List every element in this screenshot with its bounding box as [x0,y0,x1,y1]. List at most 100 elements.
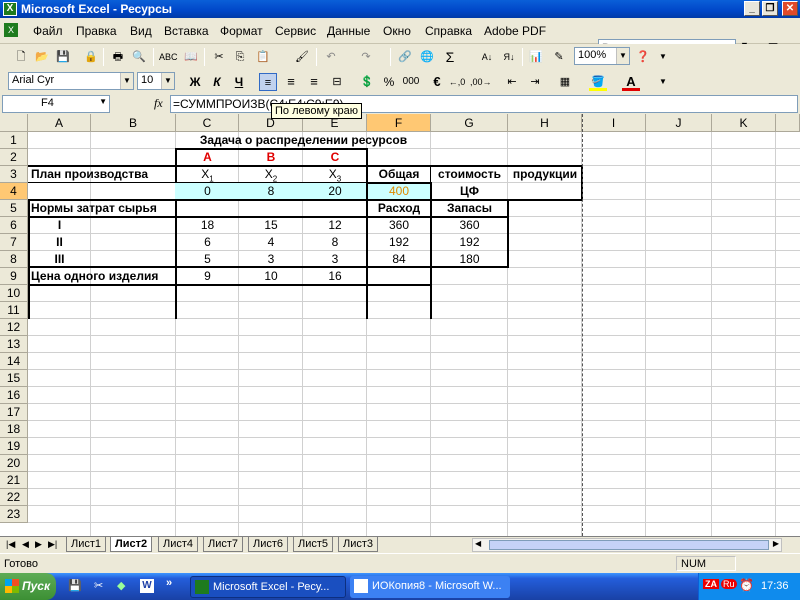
align-right-button[interactable]: ≡ [305,73,323,91]
prev-sheet-icon[interactable]: ◀ [22,539,29,550]
quicklaunch-more[interactable]: » [166,577,172,589]
thousands-button[interactable]: 000 [400,73,422,91]
column-header-h[interactable]: H [508,114,582,132]
help-icon[interactable]: ❓ [634,48,652,66]
column-header-a[interactable]: A [28,114,91,132]
sheet-tab[interactable]: Лист3 [338,537,379,552]
sort-descending-icon[interactable]: Я↓ [500,48,518,66]
formula-input[interactable]: =СУММПРОИЗВ(С4:E4;C9:E9) [170,95,798,113]
print-preview-icon[interactable]: 🔍 [130,48,148,66]
new-icon[interactable]: 🗋 [12,48,30,66]
sheet-tab[interactable]: Лист7 [203,537,244,552]
worksheet-grid[interactable]: A B C D E F G H I J K 1 2 3 4 5 6 7 8 9 … [0,114,800,536]
paste-icon[interactable]: 📋 [254,48,272,66]
align-center-button[interactable]: ≡ [282,73,300,91]
percent-button[interactable]: % [380,73,398,91]
scroll-left-icon[interactable]: ◀ [475,539,481,548]
menu-tools[interactable]: Сервис [275,24,316,38]
row-header[interactable]: 11 [0,302,28,319]
chart-globe-icon[interactable]: 🌐 [418,48,436,66]
column-header-c[interactable]: C [176,114,239,132]
increase-decimal-icon[interactable]: ←,0 [448,73,466,91]
currency-icon[interactable]: 💲 [358,73,376,91]
quicklaunch-word-icon[interactable]: W [140,579,154,593]
print-icon[interactable]: 🖶 [109,48,127,66]
row-header[interactable]: 14 [0,353,28,370]
menu-data[interactable]: Данные [327,24,370,38]
column-header-g[interactable]: G [431,114,508,132]
row-header[interactable]: 13 [0,336,28,353]
sheet-tab[interactable]: Лист5 [293,537,334,552]
bold-button[interactable]: Ж [186,73,204,91]
menu-format[interactable]: Формат [220,24,263,38]
chart-wizard-icon[interactable]: 📊 [527,48,545,66]
sort-ascending-icon[interactable]: A↓ [478,48,496,66]
decrease-indent-icon[interactable]: ⇤ [503,73,521,91]
row-header[interactable]: 18 [0,421,28,438]
research-icon[interactable]: 📖 [182,48,200,66]
font-size-select[interactable]: 10 ▼ [137,72,175,90]
underline-button[interactable]: Ч [230,73,248,91]
euro-button[interactable]: € [428,73,446,91]
undo-icon[interactable]: ↶ [322,48,340,66]
excel-doc-icon[interactable]: X [4,23,18,37]
row-header[interactable]: 3 [0,166,28,183]
row-header[interactable]: 21 [0,472,28,489]
menu-adobe-pdf[interactable]: Adobe PDF [484,24,546,38]
toolbar-options-icon[interactable]: ▼ [654,48,672,66]
row-header[interactable]: 17 [0,404,28,421]
autosum-icon[interactable]: Σ [441,48,459,66]
redo-icon[interactable]: ↷ [357,48,375,66]
row-header[interactable]: 5 [0,200,28,217]
menu-help[interactable]: Справка [425,24,472,38]
row-header[interactable]: 9 [0,268,28,285]
sheet-tab[interactable]: Лист1 [66,537,107,552]
quicklaunch-save-icon[interactable]: 💾 [68,579,82,592]
menu-insert[interactable]: Вставка [164,24,209,38]
row-header[interactable]: 4 [0,183,28,200]
zonealarm-icon[interactable]: ZA [703,579,719,589]
next-sheet-icon[interactable]: ▶ [35,539,42,550]
fill-color-icon[interactable]: 🪣 [589,73,607,91]
column-header-b[interactable]: B [91,114,176,132]
menu-edit[interactable]: Правка [76,24,117,38]
column-header-f[interactable]: F [367,114,431,132]
first-sheet-icon[interactable]: |◀ [6,539,15,550]
row-header[interactable]: 20 [0,455,28,472]
spelling-icon[interactable]: ABC [159,48,178,66]
row-header[interactable]: 12 [0,319,28,336]
row-header[interactable]: 8 [0,251,28,268]
task-excel[interactable]: Microsoft Excel - Ресу... [190,576,346,598]
quicklaunch-tools-icon[interactable]: ✂ [94,579,103,592]
row-header[interactable]: 16 [0,387,28,404]
row-header[interactable]: 23 [0,506,28,523]
row-header[interactable]: 6 [0,217,28,234]
row-header[interactable]: 22 [0,489,28,506]
minimize-button[interactable]: _ [744,1,760,16]
start-button[interactable]: Пуск [0,573,56,600]
copy-icon[interactable]: ⎘ [231,48,249,66]
menu-file[interactable]: Файл [33,24,63,38]
increase-indent-icon[interactable]: ⇥ [526,73,544,91]
cut-icon[interactable]: ✂ [210,48,228,66]
format-painter-icon[interactable]: 🖌 [293,48,311,66]
row-header[interactable]: 2 [0,149,28,166]
scroll-thumb[interactable] [489,540,769,550]
row-header[interactable]: 15 [0,370,28,387]
column-header-k[interactable]: K [712,114,776,132]
italic-button[interactable]: К [208,73,226,91]
column-header-l[interactable] [776,114,800,132]
close-button[interactable]: ✕ [782,1,798,16]
name-box[interactable]: F4 ▼ [2,95,110,113]
clock[interactable]: 17:36 [761,580,789,592]
menu-view[interactable]: Вид [130,24,152,38]
column-header-i[interactable]: I [582,114,646,132]
decrease-decimal-icon[interactable]: ,00→ [470,73,492,91]
drawing-icon[interactable]: ✎ [550,48,568,66]
select-all-corner[interactable] [0,114,28,132]
row-header[interactable]: 19 [0,438,28,455]
insert-function-button[interactable]: fx [154,96,163,111]
align-left-button[interactable]: ≡ [259,73,277,91]
sheet-tab-active[interactable]: Лист2 [110,537,153,552]
row-header[interactable]: 10 [0,285,28,302]
